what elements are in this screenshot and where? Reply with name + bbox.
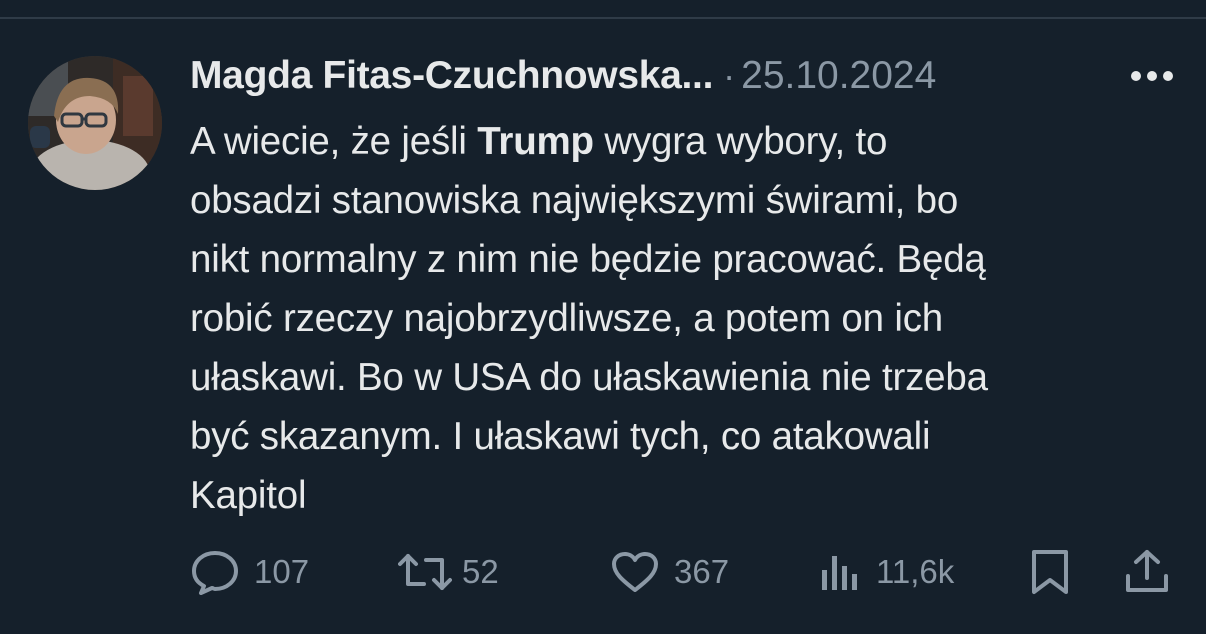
tweet-date[interactable]: 25.10.2024 [741, 54, 936, 98]
share-icon [1124, 548, 1170, 596]
tweet: Magda Fitas-Czuchnowska... · 25.10.2024 … [0, 0, 1206, 634]
tweet-text-span: wygra wybory, to [593, 120, 888, 163]
like-button[interactable]: 367 [610, 540, 729, 604]
share-button[interactable] [1124, 540, 1170, 604]
views-button[interactable]: 11,6k [818, 540, 954, 604]
bookmark-icon [1028, 548, 1072, 596]
views-icon [818, 550, 862, 594]
tweet-text-bold: Trump [477, 120, 594, 163]
tweet-actions: 107 52 367 11,6k [0, 540, 1206, 604]
tweet-text-span: A wiecie, że jeśli [190, 120, 478, 163]
more-options-button[interactable] [1124, 58, 1180, 94]
tweet-text-line: A wiecie, że jeśli Trump wygra wybory, t… [190, 112, 1190, 171]
retweet-icon [398, 550, 452, 594]
avatar[interactable] [28, 56, 162, 190]
reply-icon [190, 549, 240, 595]
bookmark-button[interactable] [1028, 540, 1072, 604]
tweet-header: Magda Fitas-Czuchnowska... · 25.10.2024 [190, 50, 936, 102]
retweet-count: 52 [462, 553, 499, 590]
heart-icon [610, 550, 660, 594]
tweet-text-line: robić rzeczy najobrzydliwsze, a potem on… [190, 297, 943, 340]
reply-count: 107 [254, 553, 310, 590]
author-name[interactable]: Magda Fitas-Czuchnowska... [190, 54, 713, 98]
reply-button[interactable]: 107 [190, 540, 309, 604]
header-separator: · [723, 55, 736, 96]
tweet-text-line: Kapitol [190, 474, 307, 517]
tweet-text-line: nikt normalny z nim nie będzie pracować.… [190, 238, 986, 281]
views-count: 11,6k [876, 553, 955, 590]
tweet-text: A wiecie, że jeśli Trump wygra wybory, t… [190, 112, 1190, 525]
retweet-button[interactable]: 52 [398, 540, 499, 604]
tweet-text-line: być skazanym. I ułaskawi tych, co atakow… [190, 415, 931, 458]
tweet-text-line: obsadzi stanowiska największymi świrami,… [190, 179, 959, 222]
tweet-text-line: ułaskawi. Bo w USA do ułaskawienia nie t… [190, 356, 988, 399]
like-count: 367 [674, 553, 730, 590]
more-dots-icon [1130, 70, 1174, 82]
